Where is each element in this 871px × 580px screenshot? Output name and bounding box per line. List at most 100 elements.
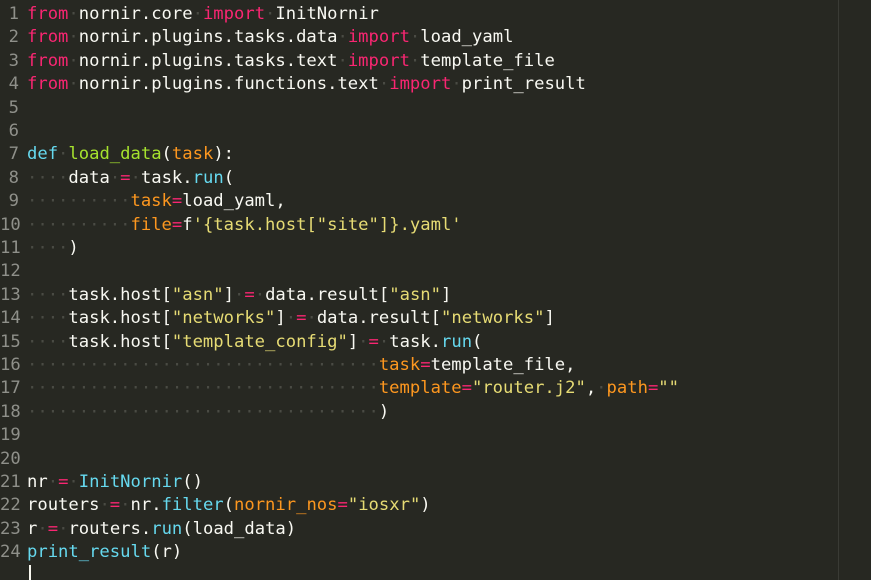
code-line[interactable]: 18 ··································): [0, 401, 389, 424]
code-token: task: [378, 355, 421, 375]
code-line[interactable]: 14 ····task.host["networks"]·=·data.resul…: [0, 307, 555, 330]
code-token: load_yaml: [420, 27, 514, 48]
code-token: ·: [58, 144, 69, 165]
code-token: ·: [409, 50, 421, 71]
code-line[interactable]: 4 from·nornir.plugins.functions.text·impo…: [0, 73, 586, 96]
code-text: ··········task=load_yaml,: [27, 190, 286, 213]
line-number: 11: [0, 238, 21, 258]
code-text: def·load_data(task):: [27, 143, 234, 166]
code-token: ]: [223, 284, 234, 305]
code-token: print_result: [461, 74, 586, 95]
code-token: from: [27, 27, 69, 48]
code-token: (: [161, 144, 172, 165]
code-line[interactable]: 2 from·nornir.plugins.tasks.data·import·l…: [0, 26, 514, 49]
code-text: from·nornir.plugins.functions.text·impor…: [27, 73, 586, 96]
line-number: 23: [0, 518, 21, 539]
line-number: 14: [0, 308, 21, 329]
code-line[interactable]: 6: [0, 120, 27, 143]
code-token: import: [202, 4, 266, 24]
code-token: file: [130, 214, 172, 235]
line-number: 22: [0, 495, 21, 516]
code-line[interactable]: 22 routers·=·nr.filter(nornir_nos="iosxr"…: [0, 494, 431, 517]
code-token: import: [347, 27, 410, 48]
code-token: =: [171, 191, 183, 212]
code-token: =: [171, 214, 183, 235]
code-token: nornir.core: [78, 4, 193, 24]
code-line[interactable]: 17 ··································temp…: [0, 377, 679, 400]
code-text: ····task.host["networks"]·=·data.result[…: [27, 307, 555, 330]
code-line[interactable]: 9 ··········task=load_yaml,: [0, 190, 286, 213]
code-token: ·: [254, 284, 266, 305]
code-token: "iosxr": [347, 495, 421, 516]
code-token: =: [368, 331, 379, 352]
code-line[interactable]: 5: [0, 97, 27, 120]
code-token: ·: [68, 74, 79, 95]
code-token: print_result: [27, 542, 152, 563]
code-token: InitNornir: [78, 472, 183, 492]
code-text: print_result(r): [27, 541, 182, 564]
code-token: ): [68, 238, 79, 258]
code-token: ··································: [27, 355, 379, 375]
code-token: ·: [378, 331, 390, 352]
code-token: load_yaml,: [182, 191, 286, 212]
code-token: "router.j2": [471, 378, 586, 399]
code-text: ····data·=·task.run(: [27, 167, 234, 190]
code-line[interactable]: 20: [0, 448, 27, 471]
code-line[interactable]: 16 ··································task…: [0, 354, 575, 377]
code-token: run: [151, 518, 183, 539]
code-token: from: [27, 4, 69, 24]
code-line[interactable]: 12: [0, 260, 27, 283]
code-token: task.host[: [68, 308, 172, 329]
code-token: =: [420, 355, 431, 375]
code-token: ····: [27, 284, 69, 305]
code-token: r: [27, 518, 38, 539]
line-number: 6: [8, 121, 19, 141]
code-token: data: [68, 167, 110, 188]
code-token: (: [223, 167, 235, 188]
code-text: nr·=·InitNornir(): [27, 471, 203, 494]
code-token: "networks": [171, 308, 276, 329]
code-token: template_file,: [430, 355, 576, 375]
code-line[interactable]: 21 nr·=·InitNornir(): [0, 471, 203, 494]
ruler-line: [838, 0, 839, 580]
code-line[interactable]: 11 ····): [0, 237, 79, 260]
line-number: 3: [8, 50, 19, 71]
code-line[interactable]: 23 r·=·routers.run(load_data): [0, 518, 296, 541]
code-token: path: [606, 378, 648, 399]
code-token: (: [472, 331, 483, 352]
code-token: =: [461, 378, 472, 399]
code-token: '{task.host["site"]}.yaml': [192, 214, 462, 235]
code-token: ·: [58, 518, 69, 539]
code-text: from·nornir.plugins.tasks.text·import·te…: [27, 50, 555, 73]
code-token: load_data: [68, 144, 162, 165]
code-token: ·: [130, 167, 141, 188]
code-text: ····): [27, 237, 79, 260]
code-token: (): [182, 472, 203, 492]
code-token: nr.: [130, 495, 162, 516]
code-line[interactable]: 19: [0, 424, 27, 447]
code-line[interactable]: 3 from·nornir.plugins.tasks.text·import·t…: [0, 50, 555, 73]
code-token: ,: [585, 378, 597, 399]
code-token: ··········: [27, 191, 131, 212]
code-line[interactable]: 8 ····data·=·task.run(: [0, 167, 234, 190]
code-token: ·: [596, 378, 607, 399]
code-token: ·: [378, 74, 390, 95]
code-token: template_file: [420, 50, 555, 71]
line-number: 5: [8, 97, 19, 118]
code-token: nornir.plugins.tasks.text: [78, 50, 338, 71]
code-line[interactable]: 1 from·nornir.core·import·InitNornir: [0, 3, 379, 26]
code-token: ]: [544, 308, 555, 329]
code-token: nornir_nos: [234, 495, 338, 516]
code-text: ····task.host["asn"]·=·data.result["asn"…: [27, 284, 451, 307]
code-token: ·: [68, 4, 79, 24]
code-token: routers: [27, 495, 100, 516]
code-line[interactable]: 7 def·load_data(task):: [0, 143, 234, 166]
code-token: nr: [27, 472, 48, 492]
code-editor[interactable]: 1 from·nornir.core·import·InitNornir 2 from…: [0, 0, 871, 580]
code-line[interactable]: 13 ····task.host["asn"]·=·data.result["as…: [0, 284, 451, 307]
code-line[interactable]: 24 print_result(r): [0, 541, 182, 564]
code-token: run: [192, 167, 224, 188]
code-token: (load_data): [182, 518, 297, 539]
code-line[interactable]: 10 ··········file=f'{task.host["site"]}.y…: [0, 214, 462, 237]
code-line[interactable]: 15 ····task.host["template_config"]·=·tas…: [0, 331, 482, 354]
